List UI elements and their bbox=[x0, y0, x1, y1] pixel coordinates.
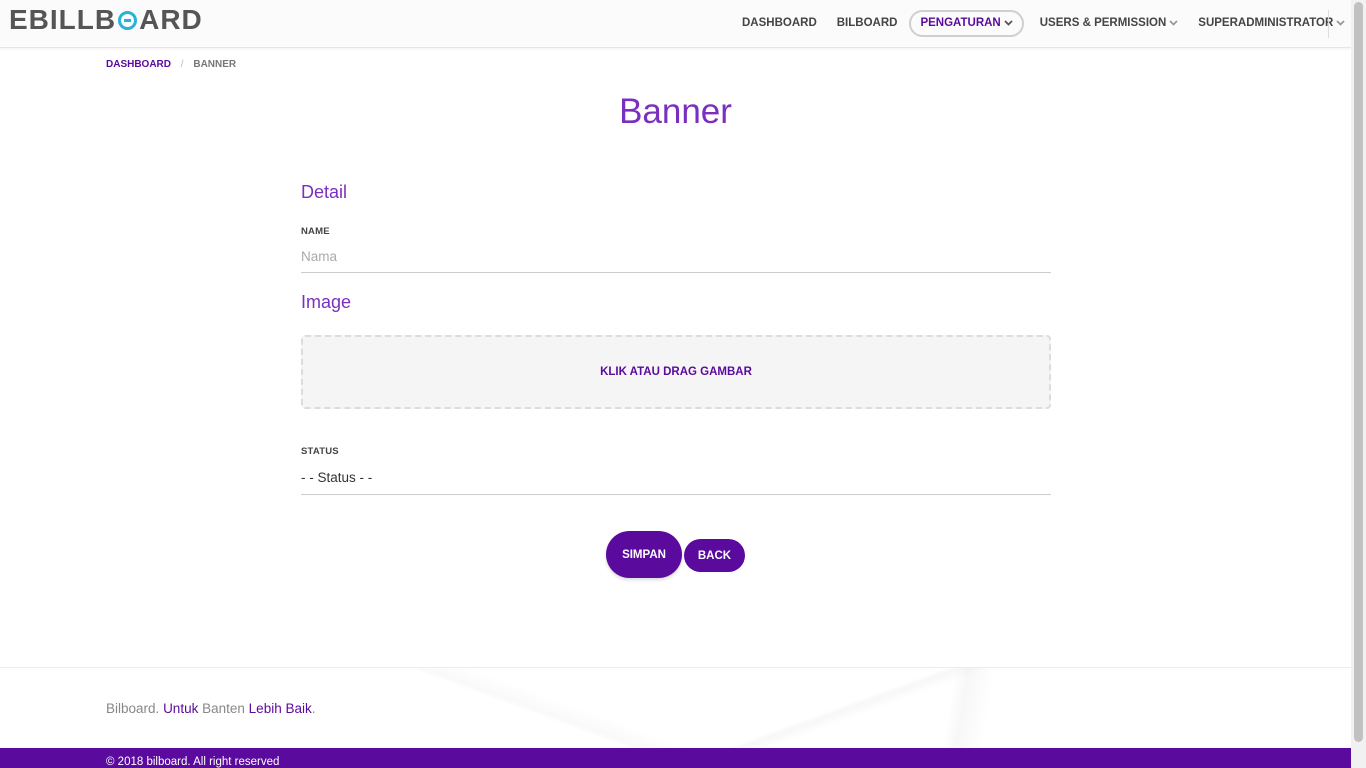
nav-item-superadministrator[interactable]: SUPERADMINISTRATOR bbox=[1188, 10, 1355, 37]
nav-item-label: DASHBOARD bbox=[742, 17, 817, 29]
back-button-label: BACK bbox=[697, 549, 732, 562]
save-button-label: SIMPAN bbox=[622, 548, 666, 561]
page-scrollbar[interactable] bbox=[1351, 0, 1366, 768]
nav-item-bilboard[interactable]: BILBOARD bbox=[827, 10, 908, 37]
nav-item-label: PENGATURAN bbox=[920, 17, 1001, 29]
logo-e-icon bbox=[118, 10, 138, 30]
back-button[interactable]: BACK bbox=[684, 539, 745, 572]
nav-item-label: BILBOARD bbox=[836, 17, 898, 29]
breadcrumb-dashboard-link[interactable]: DASHBOARD bbox=[106, 59, 171, 70]
status-selected-value: - - Status - - bbox=[301, 470, 373, 485]
breadcrumb-separator: / bbox=[180, 59, 184, 70]
footer-tagline-part: Banten bbox=[202, 701, 245, 716]
dropzone-label: KLIK ATAU DRAG GAMBAR bbox=[600, 366, 752, 378]
nav-divider bbox=[1328, 10, 1329, 38]
scrollbar-thumb[interactable] bbox=[1354, 2, 1363, 742]
logo-text-right: ARD bbox=[139, 4, 203, 35]
footer-tagline-part: . bbox=[311, 701, 316, 716]
status-select[interactable]: - - Status - - bbox=[301, 461, 1051, 495]
chevron-down-icon bbox=[1169, 10, 1178, 37]
ebillboard-logo[interactable]: EBILLB ARD bbox=[9, 5, 203, 35]
logo-text-left: EBILLB bbox=[9, 4, 117, 35]
nav-item-pengaturan[interactable]: PENGATURAN bbox=[909, 10, 1024, 37]
footer-tagline-part: Untuk bbox=[163, 701, 199, 716]
nav-item-users-permission[interactable]: USERS & PERMISSION bbox=[1030, 10, 1189, 37]
image-heading: Image bbox=[301, 292, 352, 312]
breadcrumb-current: BANNER bbox=[193, 59, 237, 70]
footer-tagline-part: Lebih Baik bbox=[248, 701, 312, 716]
footer: Bilboard. Untuk Banten Lebih Baik. bbox=[0, 667, 1351, 748]
name-input[interactable] bbox=[301, 241, 1051, 273]
page-title: Banner bbox=[619, 92, 732, 131]
chevron-down-icon bbox=[1004, 10, 1013, 37]
nav-item-dashboard[interactable]: DASHBOARD bbox=[732, 10, 827, 37]
breadcrumb: DASHBOARD / BANNER bbox=[106, 59, 236, 70]
nav-menu: DASHBOARD BILBOARD PENGATURAN USERS & PE… bbox=[732, 10, 1355, 37]
chevron-down-icon bbox=[1336, 10, 1345, 37]
top-navbar: EBILLB ARD DASHBOARD BILBOARD PENGATURAN… bbox=[0, 0, 1351, 48]
image-dropzone[interactable]: KLIK ATAU DRAG GAMBAR bbox=[301, 335, 1051, 409]
footer-tagline: Bilboard. Untuk Banten Lebih Baik. bbox=[106, 701, 315, 716]
nav-item-label: SUPERADMINISTRATOR bbox=[1198, 17, 1334, 29]
copyright-text: © 2018 bilboard. All right reserved bbox=[106, 756, 280, 768]
nav-item-label: USERS & PERMISSION bbox=[1039, 17, 1167, 29]
footer-tagline-part: Bilboard. bbox=[106, 701, 160, 716]
detail-heading: Detail bbox=[301, 182, 348, 202]
status-label: STATUS bbox=[301, 446, 339, 457]
name-label: NAME bbox=[301, 226, 330, 237]
footer-bar: © 2018 bilboard. All right reserved bbox=[0, 748, 1351, 768]
save-button[interactable]: SIMPAN bbox=[606, 531, 682, 578]
page: EBILLB ARD DASHBOARD BILBOARD PENGATURAN… bbox=[0, 0, 1366, 768]
